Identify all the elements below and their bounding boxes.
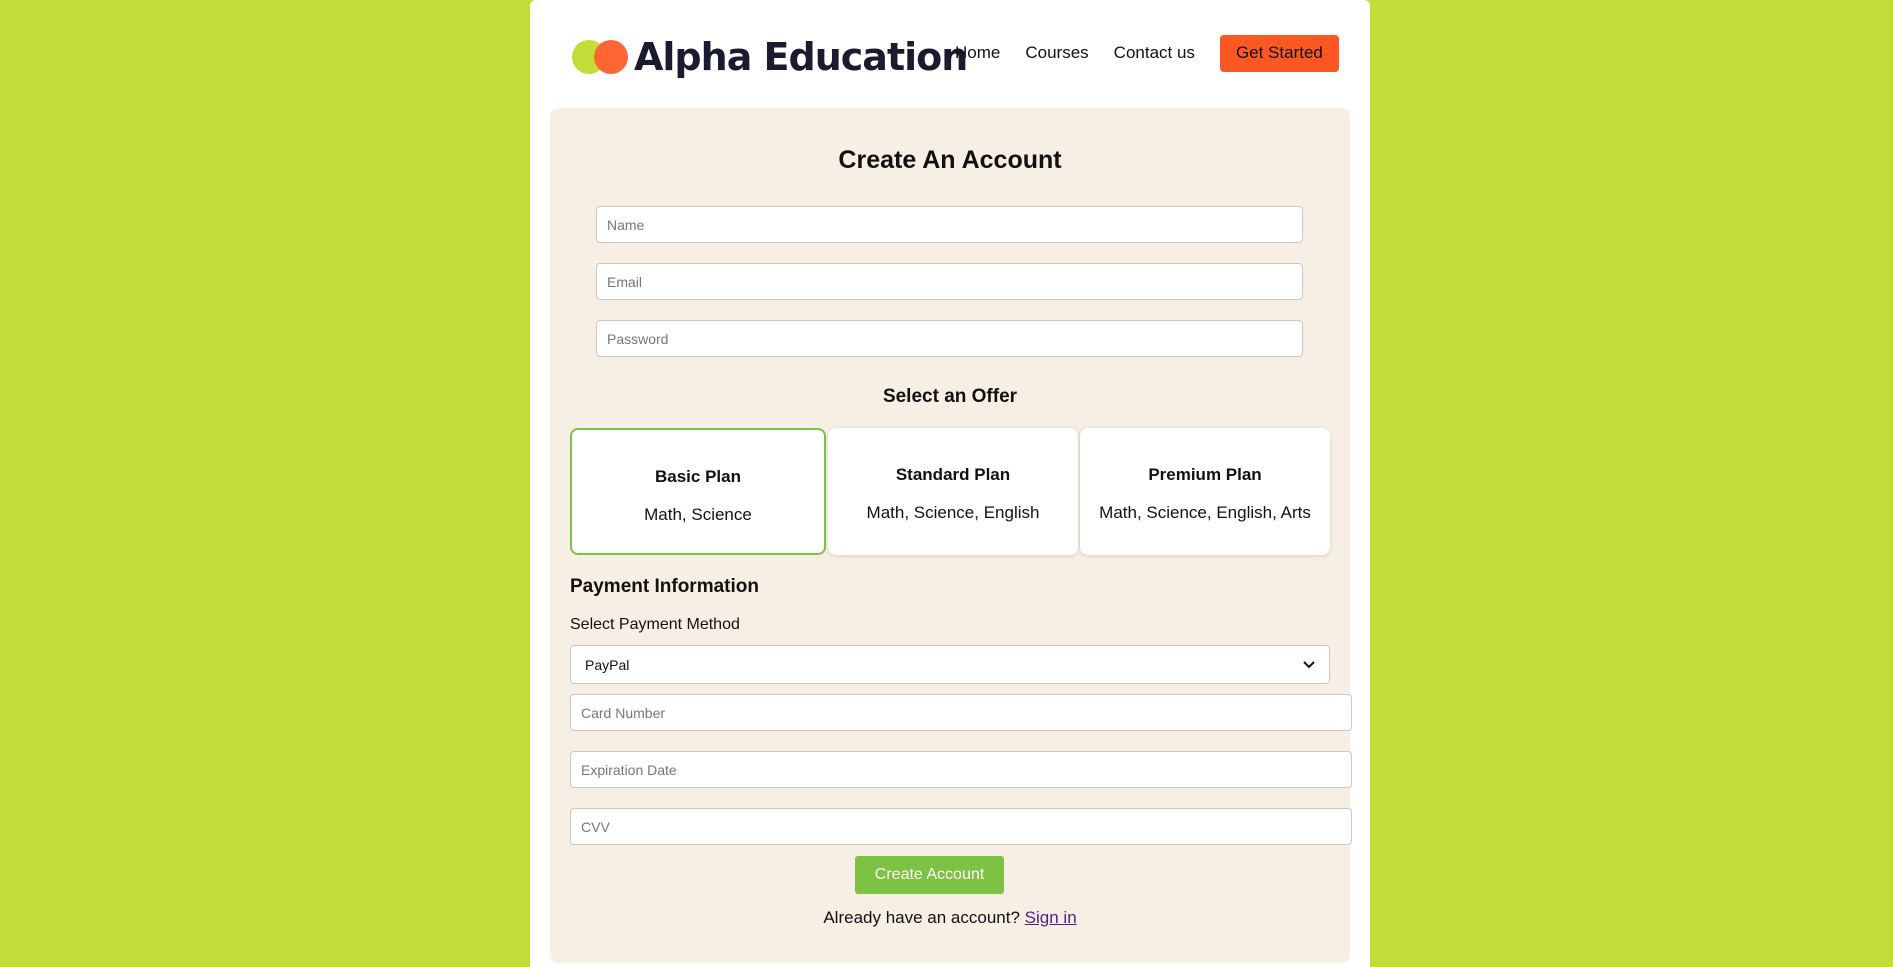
signin-prompt-text: Already have an account? <box>823 908 1020 927</box>
expiration-date-field[interactable] <box>570 751 1352 788</box>
payment-method-label: Select Payment Method <box>570 616 740 633</box>
plan-name: Premium Plan <box>1148 465 1262 484</box>
payment-section-title: Payment Information <box>570 576 759 597</box>
signin-prompt-row: Already have an account? Sign in <box>550 908 1350 928</box>
nav-contact[interactable]: Contact us <box>1114 43 1195 63</box>
email-field[interactable] <box>596 263 1303 300</box>
chevron-down-icon <box>1303 657 1315 672</box>
plan-subjects: Math, Science <box>644 505 752 524</box>
brand-name: Alpha Education <box>634 35 968 79</box>
page-container: Alpha Education Home Courses Contact us … <box>530 0 1370 967</box>
logo[interactable]: Alpha Education <box>572 34 968 80</box>
plan-name: Basic Plan <box>655 467 741 486</box>
card-number-field[interactable] <box>570 694 1352 731</box>
plan-subjects: Math, Science, English, Arts <box>1099 503 1311 522</box>
password-field[interactable] <box>596 320 1303 357</box>
logo-orange-circle-icon <box>594 40 628 74</box>
create-account-button[interactable]: Create Account <box>855 856 1004 894</box>
plan-subjects: Math, Science, English <box>866 503 1040 522</box>
signin-link[interactable]: Sign in <box>1025 908 1077 927</box>
cvv-field[interactable] <box>570 808 1352 845</box>
plan-card-premium[interactable]: Premium Plan Math, Science, English, Art… <box>1080 428 1330 555</box>
payment-method-select[interactable]: PayPal <box>570 645 1330 684</box>
signup-form-panel: Create An Account Select an Offer Basic … <box>550 108 1352 963</box>
nav-home[interactable]: Home <box>955 43 1000 63</box>
nav-courses[interactable]: Courses <box>1025 43 1088 63</box>
payment-method-value: PayPal <box>585 656 630 673</box>
form-title: Create An Account <box>838 146 1062 174</box>
offer-section-title: Select an Offer <box>882 386 1018 407</box>
plan-card-basic[interactable]: Basic Plan Math, Science <box>570 428 826 555</box>
plan-name: Standard Plan <box>895 465 1011 484</box>
plan-card-standard[interactable]: Standard Plan Math, Science, English <box>828 428 1078 555</box>
name-field[interactable] <box>596 206 1303 243</box>
main-nav: Home Courses Contact us Get Started <box>955 34 1339 72</box>
get-started-button[interactable]: Get Started <box>1219 34 1339 72</box>
